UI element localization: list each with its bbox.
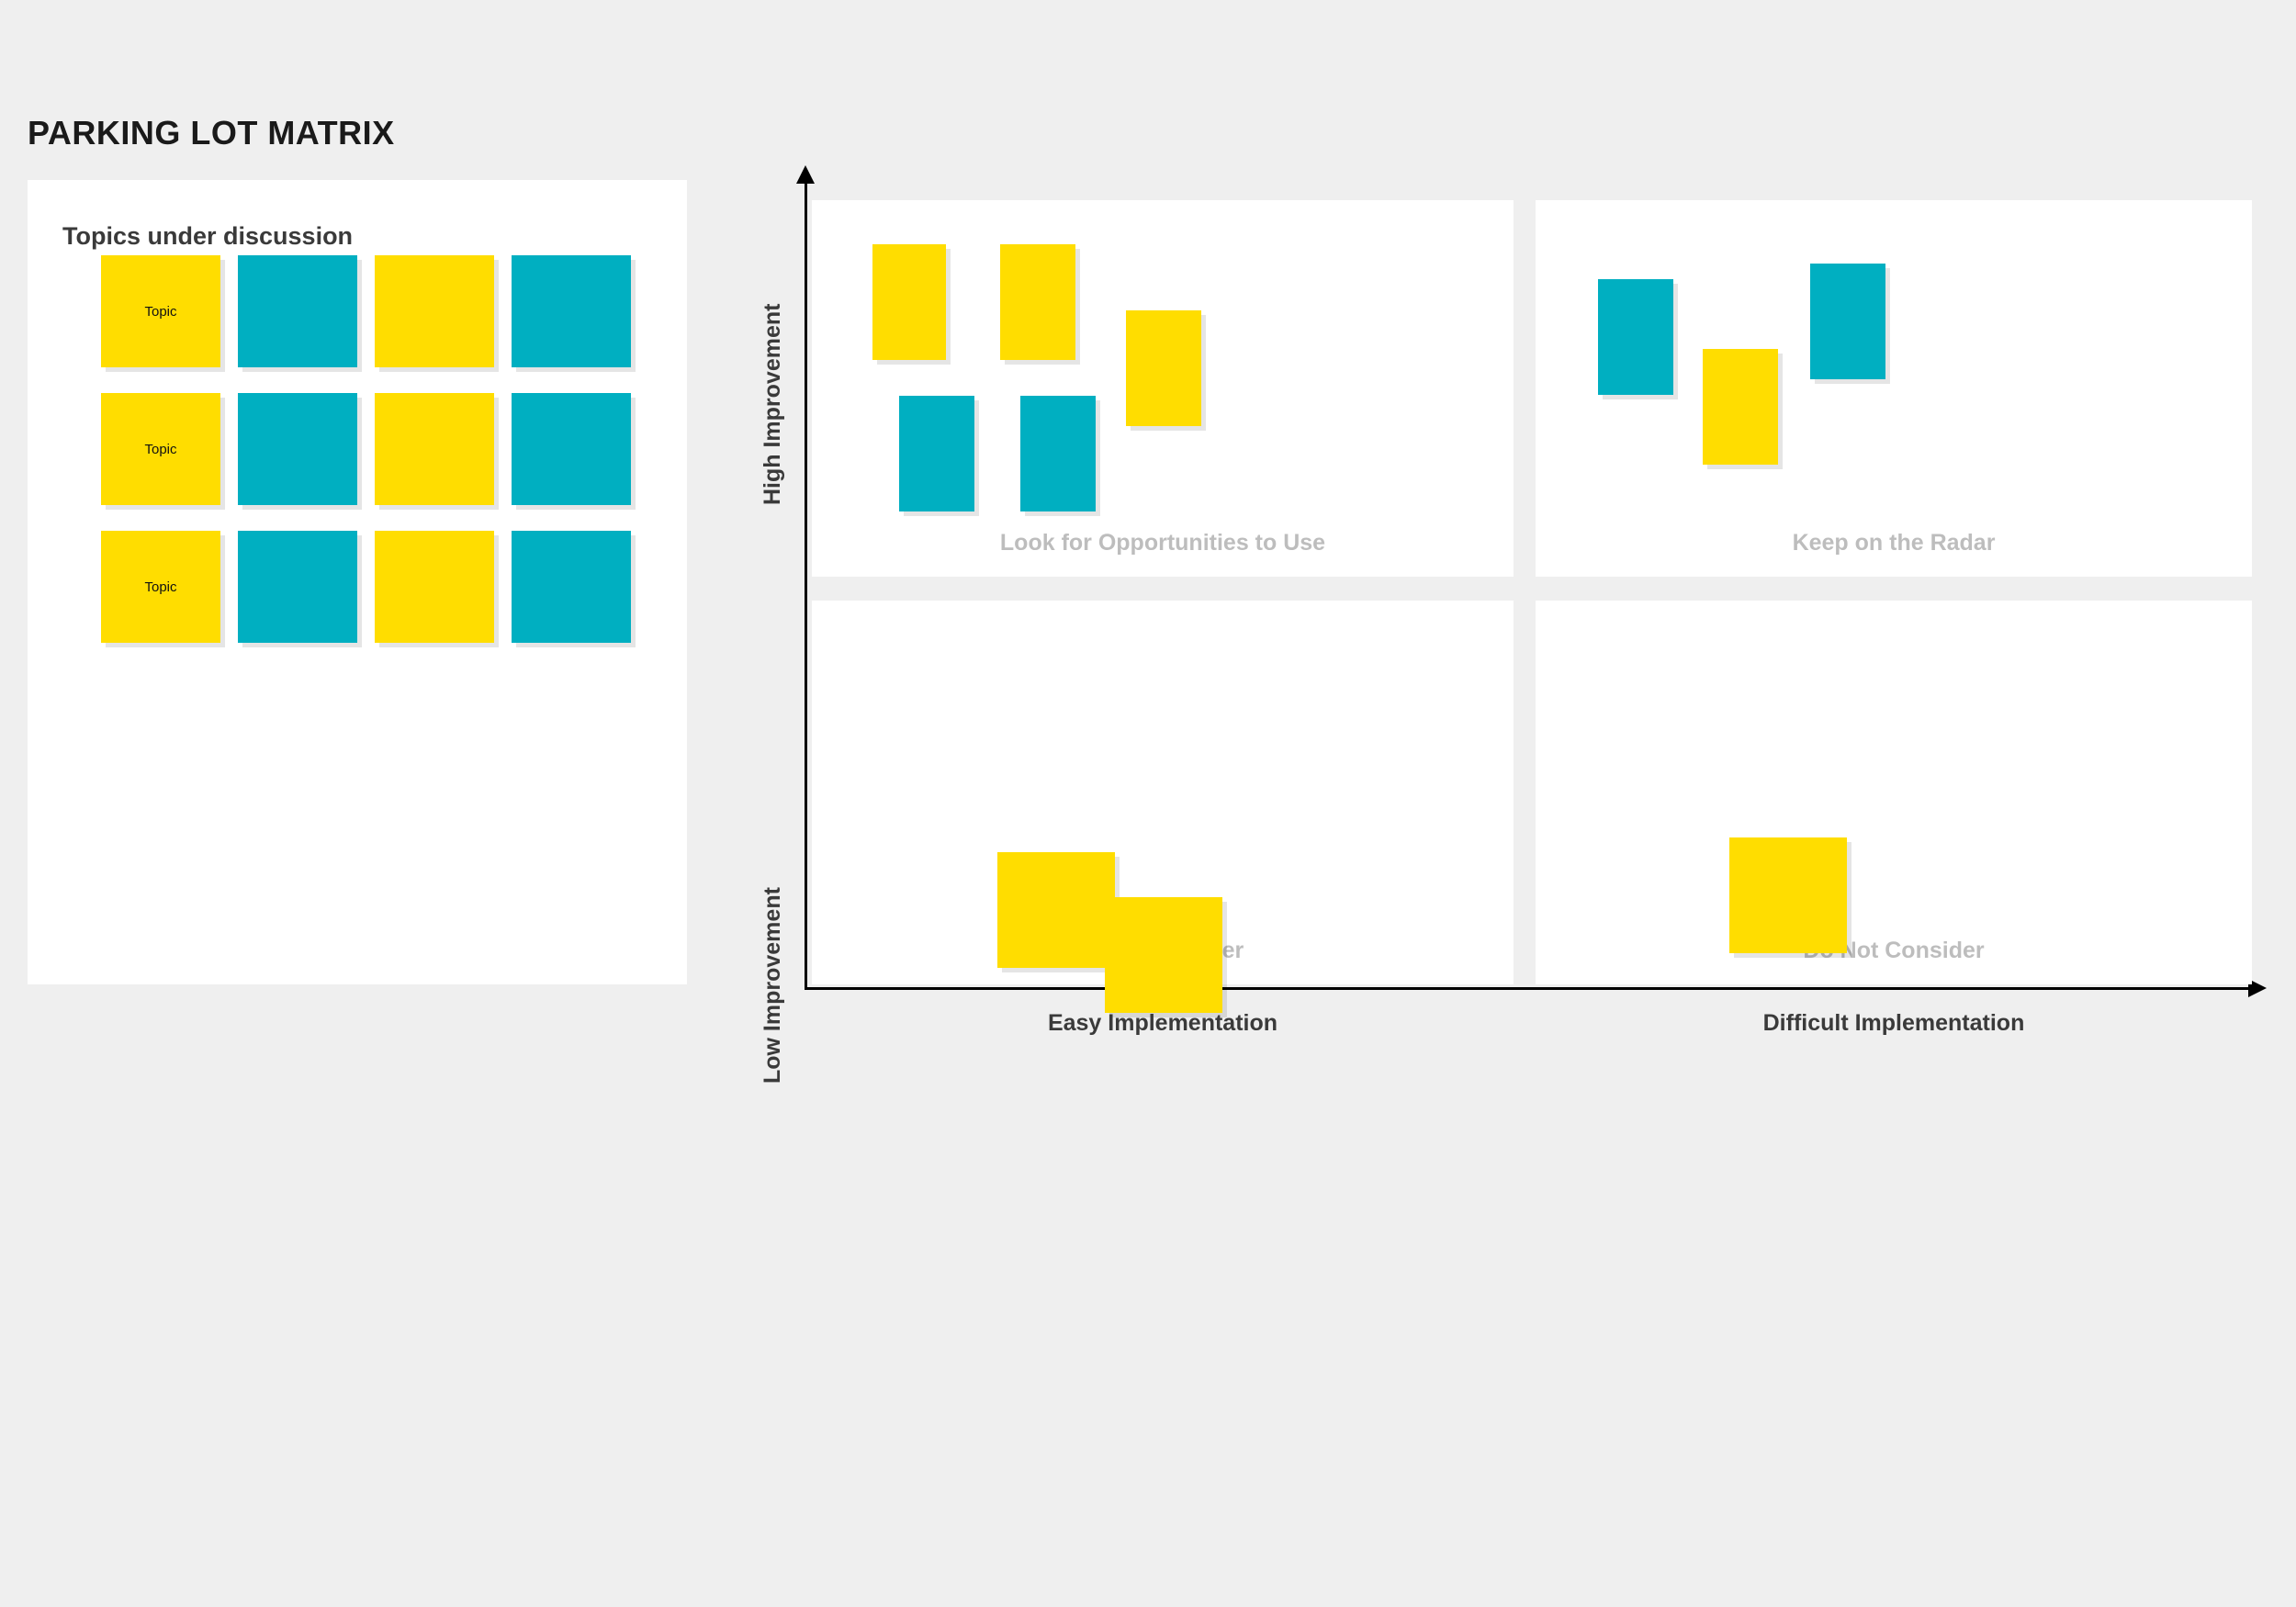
matrix-sticky-note[interactable] [1126,310,1201,426]
topics-panel-title: Topics under discussion [62,222,354,251]
x-axis-label-difficult: Difficult Implementation [1762,1010,2025,1036]
quadrant-top-left[interactable]: Look for Opportunities to Use [812,200,1514,577]
topics-grid: Topic Topic Topic [101,255,634,669]
topics-row: Topic [101,255,634,393]
quadrant-bottom-left[interactable]: Consider Later [812,601,1514,1013]
topics-panel: Topics under discussion Topic Topic Topic [28,180,687,984]
topic-sticky-note[interactable]: Topic [101,393,220,505]
topic-sticky-note[interactable] [375,255,494,367]
topic-sticky-note[interactable] [238,255,357,367]
topic-sticky-note[interactable] [375,393,494,505]
matrix-sticky-note[interactable] [1810,264,1885,379]
topic-sticky-note[interactable] [375,531,494,643]
page-title: PARKING LOT MATRIX [28,114,395,152]
topics-row: Topic [101,393,634,531]
topic-sticky-note[interactable]: Topic [101,531,220,643]
topic-sticky-note[interactable]: Topic [101,255,220,367]
matrix-sticky-note[interactable] [899,396,974,511]
quadrant-label-top-right: Keep on the Radar [1792,530,1996,556]
matrix-sticky-note[interactable] [1729,837,1847,953]
topics-row: Topic [101,531,634,669]
matrix-sticky-note[interactable] [1105,897,1222,1013]
matrix-sticky-note[interactable] [1000,244,1075,360]
x-axis-label-easy: Easy Implementation [1047,1010,1278,1036]
quadrant-top-right[interactable]: Keep on the Radar [1536,200,2252,577]
y-axis-line [805,182,807,990]
quadrant-label-bottom-right: Do Not Consider [1803,938,1985,963]
quadrant-label-top-left: Look for Opportunities to Use [999,530,1326,556]
topic-sticky-note[interactable] [238,393,357,505]
topic-sticky-note[interactable] [512,531,631,643]
matrix-sticky-note[interactable] [1598,279,1673,395]
matrix-sticky-note[interactable] [997,852,1115,968]
y-axis-arrow-icon [796,165,815,184]
matrix-sticky-note[interactable] [872,244,946,360]
y-axis-label-low: Low Improvement [760,887,785,1084]
matrix-sticky-note[interactable] [1703,349,1778,465]
quadrant-bottom-right[interactable]: Do Not Consider [1536,601,2252,984]
topic-sticky-note[interactable] [238,531,357,643]
topic-sticky-note[interactable] [512,255,631,367]
x-axis-line [805,987,2252,990]
y-axis-label-high: High Improvement [760,303,785,505]
topic-sticky-note[interactable] [512,393,631,505]
matrix-sticky-note[interactable] [1020,396,1096,511]
parking-lot-matrix: Look for Opportunities to Use Keep on th… [760,165,2278,1084]
